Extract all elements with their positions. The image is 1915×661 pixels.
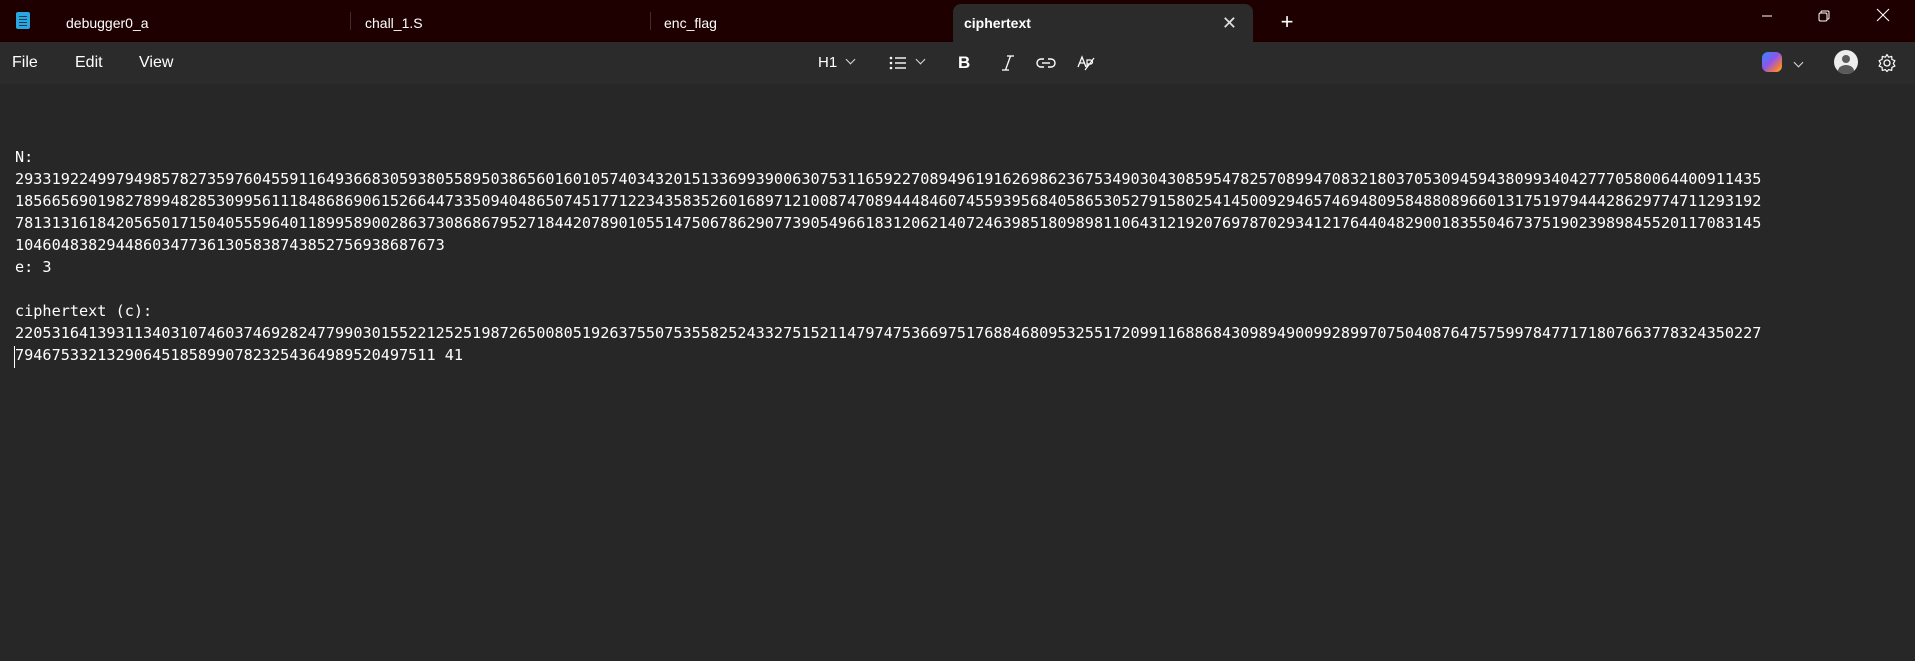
text-line: 2205316413931134031074603746928247799030…	[15, 324, 1762, 342]
link-icon	[1036, 58, 1056, 68]
text-line: N:	[15, 148, 34, 166]
bulleted-list-icon	[889, 56, 906, 70]
text-cursor	[14, 346, 15, 368]
clear-formatting-button[interactable]	[1077, 42, 1095, 84]
minimize-button[interactable]	[1744, 0, 1790, 36]
close-window-button[interactable]	[1860, 0, 1906, 36]
notepad-app-icon	[16, 12, 30, 29]
link-button[interactable]	[1036, 42, 1056, 84]
copilot-icon[interactable]	[1762, 52, 1782, 72]
text-line: 1046048382944860347736130583874385275693…	[15, 236, 445, 254]
gear-icon	[1878, 53, 1896, 73]
heading-dropdown[interactable]: H1	[818, 42, 856, 84]
document-text[interactable]: N: 2933192249979498578273597604559116493…	[15, 124, 1915, 366]
bold-icon: B	[958, 53, 971, 72]
italic-button[interactable]	[1000, 42, 1016, 84]
account-avatar-icon[interactable]	[1834, 50, 1858, 74]
menu-file[interactable]: File	[12, 42, 38, 84]
text-line: 7813131618420565017150405559640118995890…	[15, 214, 1762, 232]
tab-label: enc_flag	[664, 15, 717, 31]
tab-divider	[650, 12, 651, 30]
tab-debugger0-a[interactable]: debugger0_a	[66, 4, 286, 42]
menu-edit[interactable]: Edit	[75, 42, 103, 84]
settings-button[interactable]	[1877, 42, 1897, 84]
title-bar: debugger0_a chall_1.S enc_flag ciphertex…	[0, 0, 1915, 42]
text-line: ciphertext (c):	[15, 302, 153, 320]
tab-ciphertext[interactable]: ciphertext ✕	[953, 4, 1253, 42]
tab-label: debugger0_a	[66, 15, 149, 31]
tab-divider	[350, 12, 351, 30]
tab-label: ciphertext	[964, 15, 1031, 31]
restore-button[interactable]	[1801, 0, 1847, 36]
chevron-down-icon	[915, 54, 926, 65]
chevron-down-icon[interactable]	[1793, 57, 1804, 68]
list-dropdown[interactable]	[889, 42, 926, 84]
chevron-down-icon	[845, 54, 856, 65]
text-line: 1856656901982789948285309956111848686906…	[15, 192, 1762, 210]
restore-icon	[1818, 10, 1830, 22]
minimize-icon	[1762, 15, 1772, 17]
menu-view[interactable]: View	[139, 42, 173, 84]
heading-label: H1	[818, 54, 838, 71]
clear-formatting-icon	[1077, 55, 1095, 71]
new-tab-button[interactable]: +	[1272, 7, 1302, 37]
tab-enc-flag[interactable]: enc_flag	[664, 4, 884, 42]
italic-icon	[1002, 55, 1014, 71]
text-editor[interactable]: N: 2933192249979498578273597604559116493…	[0, 84, 1915, 661]
tab-label: chall_1.S	[365, 15, 423, 31]
text-line: 2933192249979498578273597604559116493668…	[15, 170, 1762, 188]
bold-button[interactable]: B	[958, 42, 970, 84]
close-tab-icon[interactable]: ✕	[1222, 4, 1237, 42]
text-line: e: 3	[15, 258, 52, 276]
tab-chall-1-s[interactable]: chall_1.S	[365, 4, 585, 42]
text-line: 7946753321329064518589907823254364989520…	[15, 346, 464, 364]
close-icon	[1876, 8, 1890, 22]
menu-bar: File Edit View H1 B	[0, 42, 1915, 84]
